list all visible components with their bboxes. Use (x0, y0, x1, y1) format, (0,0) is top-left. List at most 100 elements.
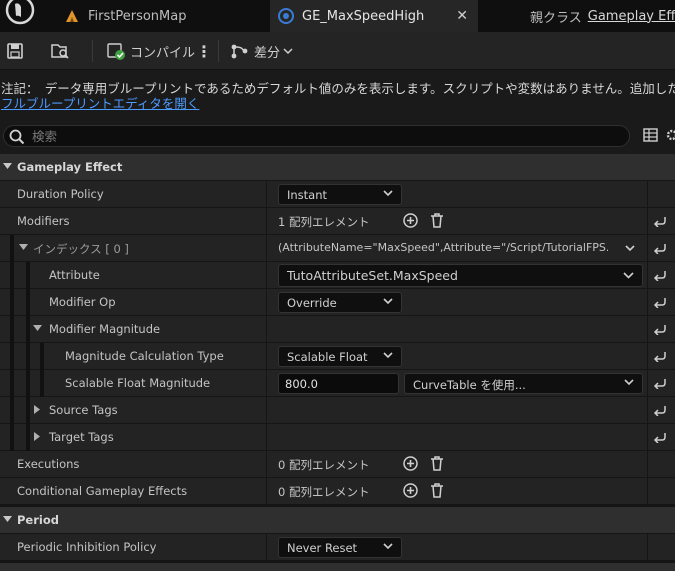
chevron-down-icon[interactable] (625, 245, 635, 252)
data-only-notice: 注記： データ専用ブループリントであるためデフォルト値のみを表示します。スクリプ… (0, 73, 675, 115)
gear-icon[interactable] (664, 128, 675, 142)
value-cell (267, 424, 647, 450)
reset-to-default-icon[interactable] (653, 296, 667, 308)
property-modifier-magnitude: Modifier Magnitude (0, 316, 675, 343)
save-icon (7, 43, 23, 59)
details-panel: Gameplay Effect Duration Policy Instant … (0, 154, 675, 571)
chevron-down-icon (383, 190, 393, 197)
property-label: インデックス [ 0 ] (33, 242, 129, 256)
toolbar-divider (92, 40, 93, 62)
collapse-arrow-icon[interactable] (3, 516, 12, 523)
indent-rail (10, 235, 14, 262)
property-magnitude-calculation-type: Magnitude Calculation Type Scalable Floa… (0, 343, 675, 370)
reset-to-default-icon[interactable] (653, 269, 667, 281)
level-icon (64, 8, 80, 24)
name-cell (0, 262, 266, 288)
property-scalable-float-magnitude: Scalable Float Magnitude 800.0 CurveTabl… (0, 370, 675, 397)
indent-rail (26, 289, 30, 316)
collapse-arrow-icon[interactable] (3, 163, 12, 170)
close-icon[interactable]: ✕ (456, 8, 468, 24)
category-label: Period (17, 513, 59, 527)
collapse-arrow-icon[interactable] (19, 244, 28, 251)
parent-class-label: 親クラス (530, 10, 582, 26)
indent-rail (10, 370, 14, 397)
indent-rail (26, 424, 30, 451)
browse-button[interactable] (50, 32, 74, 70)
tab-label: GE_MaxSpeedHigh (302, 8, 425, 24)
property-modifier-op: Modifier Op Override (0, 289, 675, 316)
save-button[interactable] (6, 32, 30, 70)
reset-to-default-icon[interactable] (653, 377, 667, 389)
collapse-arrow-icon[interactable] (33, 325, 42, 332)
parent-class-link[interactable]: Gameplay Effect (588, 9, 675, 24)
reset-to-default-icon[interactable] (653, 323, 667, 335)
indent-rail (26, 316, 30, 343)
add-element-icon[interactable] (403, 456, 418, 471)
reset-to-default-icon[interactable] (653, 350, 667, 362)
trash-icon[interactable] (430, 483, 444, 498)
expand-arrow-icon[interactable] (34, 405, 41, 414)
dropdown-value: CurveTable を使用... (413, 378, 526, 392)
periodic-inhibition-dropdown[interactable]: Never Reset (278, 537, 402, 558)
property-target-tags: Target Tags (0, 424, 675, 451)
add-element-icon[interactable] (403, 213, 418, 228)
magnitude-calc-type-dropdown[interactable]: Scalable Float (278, 346, 402, 367)
property-modifiers: Modifiers 1 配列エレメント (0, 208, 675, 235)
property-label: Magnitude Calculation Type (65, 349, 224, 363)
property-label: Executions (17, 457, 80, 471)
property-label: Scalable Float Magnitude (65, 376, 211, 390)
indent-rail (10, 343, 14, 370)
property-label: Source Tags (49, 403, 118, 417)
property-source-tags: Source Tags (0, 397, 675, 424)
reset-to-default-icon[interactable] (653, 242, 667, 254)
indent-rail (26, 343, 30, 370)
parent-class-indicator: 親クラス Gameplay Effect (530, 0, 675, 32)
attribute-dropdown[interactable]: TutoAttributeSet.MaxSpeed (278, 264, 643, 287)
array-count: 0 配列エレメント (278, 458, 370, 472)
duration-policy-dropdown[interactable]: Instant (278, 184, 402, 205)
unreal-logo-icon[interactable] (2, 0, 38, 32)
diff-icon (231, 44, 248, 59)
category-period[interactable]: Period (0, 507, 675, 534)
add-element-icon[interactable] (403, 483, 418, 498)
compile-options-button[interactable]: ⋮ (196, 32, 212, 70)
search-input[interactable] (32, 127, 612, 145)
open-full-editor-link[interactable]: フルブループリントエディタを開く (1, 96, 199, 111)
blueprint-icon (278, 8, 294, 24)
category-next-partial[interactable] (0, 563, 675, 571)
tab-firstpersonmap[interactable]: FirstPersonMap (52, 0, 264, 32)
array-count: 1 配列エレメント (278, 215, 370, 229)
indent-rail (10, 397, 14, 424)
reset-to-default-icon[interactable] (653, 431, 667, 443)
reset-to-default-icon[interactable] (653, 215, 667, 227)
tab-ge-maxspeedhigh[interactable]: GE_MaxSpeedHigh ✕ (270, 0, 478, 32)
dropdown-value: TutoAttributeSet.MaxSpeed (287, 268, 458, 283)
value-cell (267, 316, 647, 342)
magnitude-value-input[interactable]: 800.0 (278, 373, 399, 394)
indent-rail (26, 397, 30, 424)
browse-icon (51, 44, 69, 59)
indent-rail (10, 316, 14, 343)
search-box[interactable] (3, 125, 630, 147)
category-gameplay-effect[interactable]: Gameplay Effect (0, 154, 675, 181)
reset-cell (648, 451, 675, 477)
dropdown-value: Scalable Float (287, 350, 368, 364)
chevron-down-icon (383, 352, 393, 359)
array-count: 0 配列エレメント (278, 485, 370, 499)
diff-label: 差分 (254, 45, 281, 61)
diff-button[interactable]: 差分 (230, 32, 300, 70)
property-executions: Executions 0 配列エレメント (0, 451, 675, 478)
value-cell (267, 397, 647, 423)
trash-icon[interactable] (430, 456, 444, 471)
trash-icon[interactable] (430, 213, 444, 228)
modifier-op-dropdown[interactable]: Override (278, 292, 402, 313)
table-view-icon[interactable] (643, 128, 658, 142)
category-label: Gameplay Effect (17, 160, 123, 174)
property-attribute: Attribute TutoAttributeSet.MaxSpeed (0, 262, 675, 289)
expand-arrow-icon[interactable] (34, 432, 41, 441)
curve-table-dropdown[interactable]: CurveTable を使用... (404, 373, 643, 394)
reset-to-default-icon[interactable] (653, 404, 667, 416)
indent-rail (10, 289, 14, 316)
property-label: Duration Policy (17, 187, 104, 201)
property-label: Modifier Op (49, 295, 116, 309)
